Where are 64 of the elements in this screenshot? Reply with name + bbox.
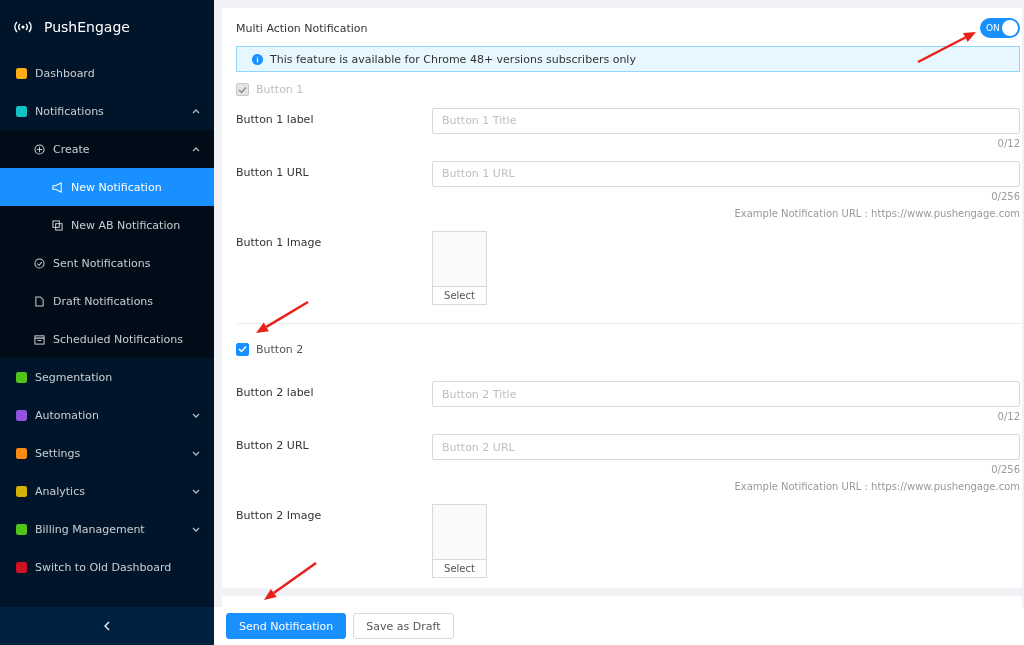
calendar-icon	[34, 333, 45, 345]
input-field[interactable]: Button 2 URL	[432, 434, 1020, 460]
section-title: Multi Action Notification	[236, 21, 368, 35]
field-label: Button 2 Image	[236, 508, 323, 524]
image-upload[interactable]: Select	[432, 504, 487, 578]
sidebar-item[interactable]: Notifications	[0, 92, 214, 130]
menu-icon	[16, 371, 27, 383]
chevron-down-icon	[192, 450, 200, 456]
menu-icon	[16, 485, 27, 497]
field-label: Button 1 label	[236, 111, 315, 128]
plus-circle-icon	[34, 143, 45, 155]
info-icon	[252, 53, 263, 65]
field-label: Button 1 URL	[236, 164, 310, 181]
broadcast-icon	[12, 20, 34, 34]
field-hint: Example Notification URL : https://www.pushengage.com	[734, 206, 1020, 221]
checkbox[interactable]	[236, 342, 249, 356]
character-counter: 0/12	[997, 136, 1020, 151]
checkbox-label: Button 1	[256, 83, 304, 97]
chevron-left-icon	[104, 621, 110, 631]
document-icon	[34, 295, 45, 307]
sidebar-item[interactable]: Automation	[0, 396, 214, 434]
annotation-arrow	[917, 32, 976, 64]
menu-icon	[16, 67, 27, 79]
menu-icon	[16, 105, 27, 117]
field-hint: Example Notification URL : https://www.pushengage.com	[734, 480, 1020, 494]
check-icon	[238, 85, 247, 94]
field-label: Button 2 URL	[236, 438, 310, 454]
character-counter: 0/256	[991, 189, 1020, 204]
sidebar-item[interactable]: Analytics	[0, 472, 214, 510]
menu-icon	[16, 561, 27, 573]
draft-button[interactable]: Save as Draft	[353, 613, 454, 639]
chevron-up-icon	[192, 146, 200, 152]
checkbox-label: Button 2	[256, 342, 304, 356]
sidebar-item[interactable]: Dashboard	[0, 54, 214, 92]
check-icon	[238, 345, 247, 354]
input-field[interactable]: Button 2 Title	[432, 381, 1020, 407]
check-circle-icon	[34, 257, 45, 269]
sidebar-item[interactable]: Draft Notifications	[0, 282, 214, 320]
copy-icon	[52, 219, 63, 231]
chevron-down-icon	[192, 488, 200, 494]
sidebar-item[interactable]: Switch to Old Dashboard	[0, 548, 214, 586]
chevron-up-icon	[192, 108, 200, 114]
menu-icon	[16, 409, 27, 421]
brand-name: PushEngage	[44, 19, 130, 35]
chevron-down-icon	[192, 526, 200, 532]
chevron-down-icon	[192, 412, 200, 418]
alert-text: This feature is available for Chrome 48+ versions subscribers only	[270, 52, 636, 66]
menu-icon	[16, 523, 27, 535]
sidebar-item[interactable]: Sent Notifications	[0, 244, 214, 282]
field-label: Button 2 label	[236, 385, 315, 401]
sidebar-item[interactable]: Segmentation	[0, 358, 214, 396]
megaphone-icon	[52, 181, 63, 193]
character-counter: 0/12	[997, 410, 1020, 424]
sidebar-item[interactable]: Billing Management	[0, 510, 214, 548]
annotation-arrow	[264, 562, 317, 600]
sidebar-item[interactable]: Settings	[0, 434, 214, 472]
menu-icon	[16, 447, 27, 459]
annotation-arrow	[256, 300, 309, 333]
sidebar-item[interactable]: Scheduled Notifications	[0, 320, 214, 358]
field-label: Button 1 Image	[236, 234, 323, 251]
sidebar-item[interactable]: Create	[0, 130, 214, 168]
select-button[interactable]: Select	[433, 559, 486, 577]
sidebar-item[interactable]: New AB Notification	[0, 206, 214, 244]
character-counter: 0/256	[991, 463, 1020, 477]
